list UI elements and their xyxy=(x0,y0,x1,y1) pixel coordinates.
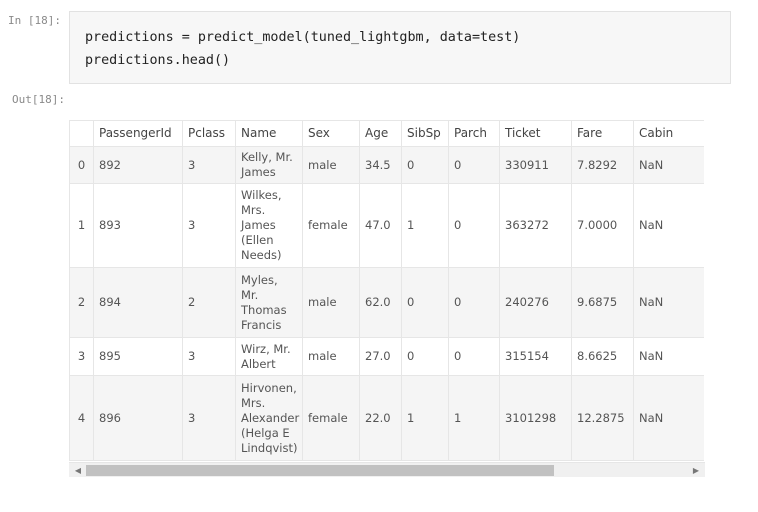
scroll-left-arrow-icon[interactable]: ◀ xyxy=(72,464,84,477)
column-header: Fare xyxy=(571,120,634,147)
row-index: 0 xyxy=(69,146,94,184)
table-cell: Myles, Mr. Thomas Francis xyxy=(235,267,303,338)
table-cell: Kelly, Mr. James xyxy=(235,146,303,184)
column-header: Pclass xyxy=(182,120,236,147)
dataframe-output: PassengerId Pclass Name Sex Age SibSp Parch Tic… xyxy=(69,120,704,462)
horizontal-scrollbar[interactable]: ◀ ▶ xyxy=(69,462,705,477)
row-index: 2 xyxy=(69,267,94,338)
code-line: predictions.head() xyxy=(85,53,231,68)
row-index: 1 xyxy=(69,183,94,268)
table-cell: 1 xyxy=(448,375,500,461)
code-line: predictions = predict_model(tuned_lightg… xyxy=(85,30,521,45)
table-cell: 12.2875 xyxy=(571,375,634,461)
table-row: 1 893 3 Wilkes, Mrs. James (Ellen Needs) fem… xyxy=(69,183,704,268)
scrollbar-thumb[interactable] xyxy=(86,465,554,476)
table-cell: 0 xyxy=(448,337,500,376)
table-row: 0 892 3 Kelly, Mr. James male 34.5 0 0 330911 7.8… xyxy=(69,146,704,184)
output-prompt: Out[18]: xyxy=(12,93,65,106)
table-header-row: PassengerId Pclass Name Sex Age SibSp Parch Tic… xyxy=(69,120,704,147)
table-cell: NaN xyxy=(633,267,704,338)
table-cell: 0 xyxy=(448,267,500,338)
table-row: 2 894 2 Myles, Mr. Thomas Francis male 62.0 0 0… xyxy=(69,267,704,338)
table-cell: 0 xyxy=(401,146,449,184)
table-cell: 892 xyxy=(93,146,183,184)
index-header xyxy=(69,120,94,147)
table-cell: 1 xyxy=(401,375,449,461)
table-cell: 7.0000 xyxy=(571,183,634,268)
table-cell: 62.0 xyxy=(359,267,402,338)
column-header: Ticket xyxy=(499,120,572,147)
column-header: Name xyxy=(235,120,303,147)
table-cell: Wilkes, Mrs. James (Ellen Needs) xyxy=(235,183,303,268)
table-cell: 893 xyxy=(93,183,183,268)
table-cell: 363272 xyxy=(499,183,572,268)
dataframe-table: PassengerId Pclass Name Sex Age SibSp Parch Tic… xyxy=(69,120,704,461)
table-cell: 330911 xyxy=(499,146,572,184)
table-cell: 7.8292 xyxy=(571,146,634,184)
table-row: 4 896 3 Hirvonen, Mrs. Alexander (Helga E L… xyxy=(69,375,704,461)
table-cell: 3 xyxy=(182,337,236,376)
column-header: Cabin xyxy=(633,120,704,147)
table-cell: 240276 xyxy=(499,267,572,338)
column-header: Age xyxy=(359,120,402,147)
table-cell: 0 xyxy=(448,146,500,184)
table-cell: 315154 xyxy=(499,337,572,376)
table-cell: 1 xyxy=(401,183,449,268)
table-cell: male xyxy=(302,267,360,338)
table-cell: 896 xyxy=(93,375,183,461)
table-cell: 3101298 xyxy=(499,375,572,461)
input-prompt: In [18]: xyxy=(8,14,61,27)
table-cell: 8.6625 xyxy=(571,337,634,376)
table-cell: Wirz, Mr. Albert xyxy=(235,337,303,376)
table-cell: 3 xyxy=(182,146,236,184)
column-header: Parch xyxy=(448,120,500,147)
scroll-right-arrow-icon[interactable]: ▶ xyxy=(690,464,702,477)
table-cell: 3 xyxy=(182,183,236,268)
table-cell: NaN xyxy=(633,375,704,461)
column-header: Sex xyxy=(302,120,360,147)
table-cell: 0 xyxy=(448,183,500,268)
table-cell: 3 xyxy=(182,375,236,461)
table-cell: 0 xyxy=(401,337,449,376)
table-cell: NaN xyxy=(633,337,704,376)
table-cell: female xyxy=(302,183,360,268)
table-cell: 27.0 xyxy=(359,337,402,376)
code-cell[interactable]: predictions = predict_model(tuned_lightg… xyxy=(69,11,731,84)
row-index: 3 xyxy=(69,337,94,376)
column-header: SibSp xyxy=(401,120,449,147)
table-cell: 34.5 xyxy=(359,146,402,184)
table-cell: 0 xyxy=(401,267,449,338)
table-cell: male xyxy=(302,337,360,376)
table-cell: male xyxy=(302,146,360,184)
column-header: PassengerId xyxy=(93,120,183,147)
table-cell: 895 xyxy=(93,337,183,376)
table-row: 3 895 3 Wirz, Mr. Albert male 27.0 0 0 315154 8.6… xyxy=(69,337,704,376)
table-cell: 2 xyxy=(182,267,236,338)
table-cell: female xyxy=(302,375,360,461)
table-cell: 9.6875 xyxy=(571,267,634,338)
table-cell: 894 xyxy=(93,267,183,338)
table-cell: NaN xyxy=(633,183,704,268)
row-index: 4 xyxy=(69,375,94,461)
table-cell: Hirvonen, Mrs. Alexander (Helga E Lindqv… xyxy=(235,375,303,461)
table-cell: NaN xyxy=(633,146,704,184)
table-cell: 22.0 xyxy=(359,375,402,461)
table-cell: 47.0 xyxy=(359,183,402,268)
